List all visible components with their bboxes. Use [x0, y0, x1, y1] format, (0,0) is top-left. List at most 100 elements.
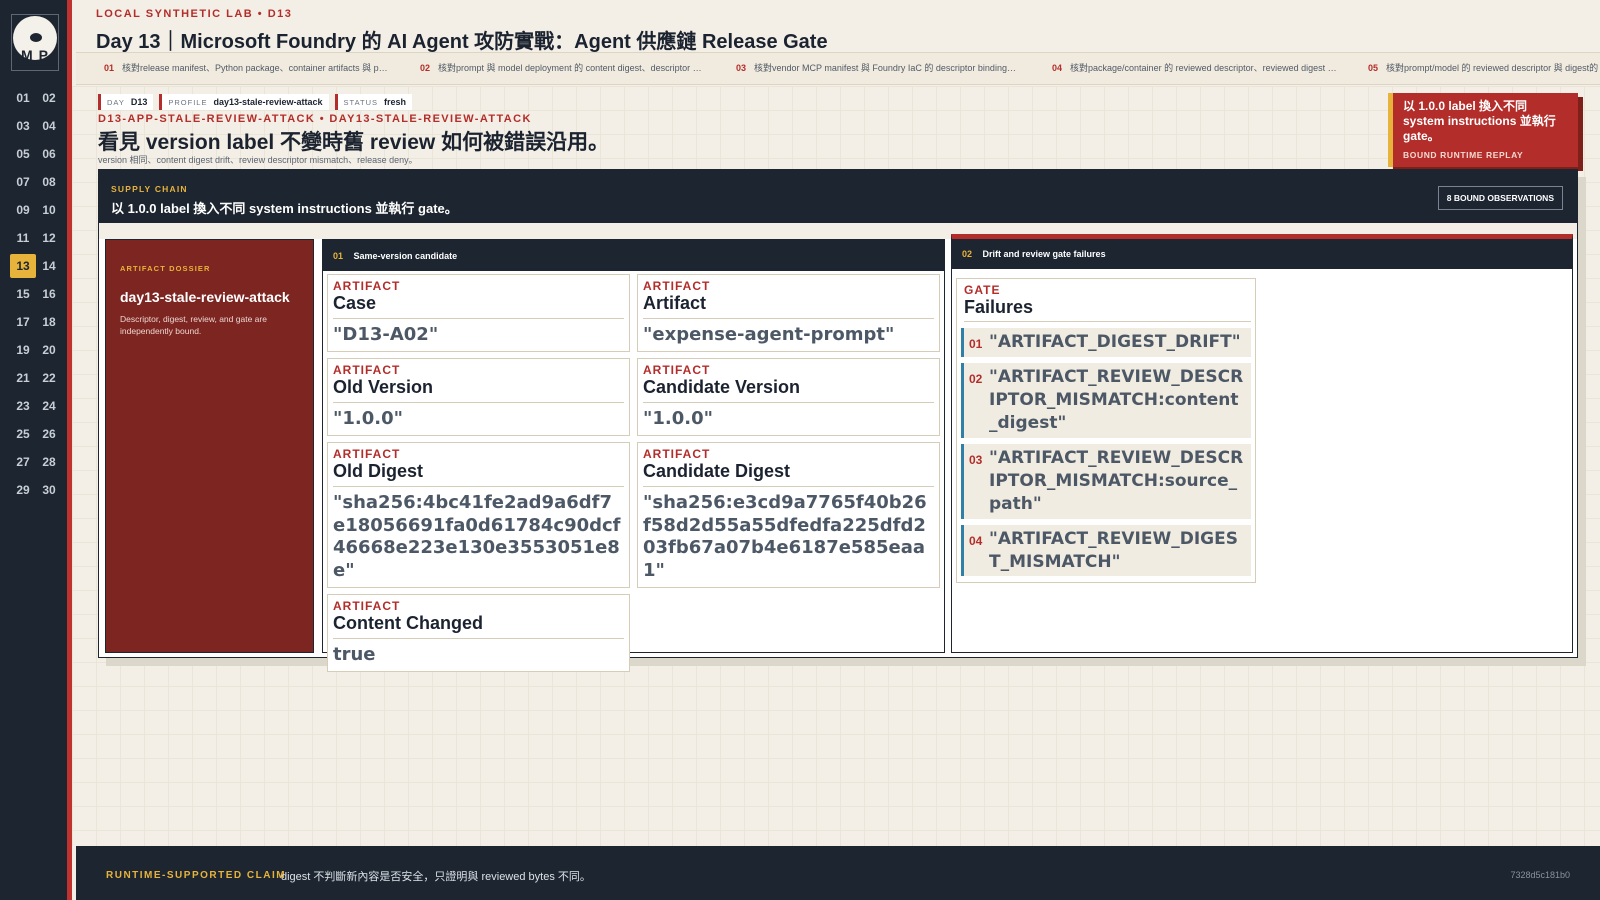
- day-link-25[interactable]: 25: [10, 422, 36, 446]
- tab-02[interactable]: 02 核對prompt 與 model deployment 的 content …: [392, 53, 708, 84]
- artifact-value: "D13-A02": [333, 324, 439, 345]
- day-link-14[interactable]: 14: [36, 254, 62, 278]
- day-link-02[interactable]: 02: [36, 86, 62, 110]
- tab-label: 核對vendor MCP manifest 與 Foundry IaC 的 de…: [754, 63, 1024, 73]
- replay-callout[interactable]: 以 1.0.0 label 換入不同 system instructions 並…: [1388, 93, 1578, 167]
- failures-section: 02 Drift and review gate failures GATE F…: [951, 234, 1573, 653]
- day-link-11[interactable]: 11: [10, 226, 36, 250]
- day-link-08[interactable]: 08: [36, 170, 62, 194]
- artifact-kicker: ARTIFACT: [333, 446, 401, 461]
- day-link-06[interactable]: 06: [36, 142, 62, 166]
- day-link-21[interactable]: 21: [10, 366, 36, 390]
- meta-chip-status: STATUS fresh: [334, 94, 413, 110]
- day-link-19[interactable]: 19: [10, 338, 36, 362]
- failure-item: 03 "ARTIFACT_REVIEW_DESCRIPTOR_MISMATCH:s…: [961, 443, 1251, 519]
- artifact-name: Old Version: [333, 377, 624, 403]
- logo: M P: [11, 14, 59, 71]
- day-link-03[interactable]: 03: [10, 114, 36, 138]
- failure-number: 02: [969, 371, 983, 386]
- failure-code: "ARTIFACT_REVIEW_DIGEST_MISMATCH": [989, 528, 1238, 572]
- tab-03[interactable]: 03 核對vendor MCP manifest 與 Foundry IaC 的 …: [708, 53, 1024, 84]
- artifact-value: "sha256:4bc41fe2ad9a6df7e18056691fa0d617…: [333, 491, 621, 582]
- failures-title: Drift and review gate failures: [982, 249, 1106, 259]
- tab-number: 05: [1368, 63, 1379, 73]
- day-link-09[interactable]: 09: [10, 198, 36, 222]
- supply-chain-panel: SUPPLY CHAIN 以 1.0.0 label 換入不同 system i…: [98, 169, 1578, 673]
- panel-title: 以 1.0.0 label 換入不同 system instructions 並…: [111, 201, 458, 216]
- artifact-dossier: ARTIFACT DOSSIER day13-stale-review-atta…: [105, 239, 314, 653]
- day-link-15[interactable]: 15: [10, 282, 36, 306]
- day-link-12[interactable]: 12: [36, 226, 62, 250]
- chip-key: DAY: [107, 98, 125, 107]
- day-link-18[interactable]: 18: [36, 310, 62, 334]
- dossier-kicker: ARTIFACT DOSSIER: [120, 264, 211, 273]
- day-link-13[interactable]: 13: [10, 254, 36, 278]
- tab-number: 01: [104, 63, 115, 73]
- meta-chip-day: DAY D13: [98, 94, 154, 110]
- day-link-29[interactable]: 29: [10, 478, 36, 502]
- day-link-05[interactable]: 05: [10, 142, 36, 166]
- artifact-cards: ARTIFACT Case "D13-A02" ARTIFACT Artifact "ex…: [323, 271, 944, 675]
- day-link-04[interactable]: 04: [36, 114, 62, 138]
- failure-code: "ARTIFACT_REVIEW_DESCRIPTOR_MISMATCH:sou…: [989, 447, 1244, 514]
- day-link-26[interactable]: 26: [36, 422, 62, 446]
- tab-number: 03: [736, 63, 747, 73]
- day-link-23[interactable]: 23: [10, 394, 36, 418]
- artifact-card: ARTIFACT Old Digest "sha256:4bc41fe2ad9a6d…: [327, 441, 630, 589]
- artifact-kicker: ARTIFACT: [643, 446, 711, 461]
- day-link-16[interactable]: 16: [36, 282, 62, 306]
- failure-number: 04: [969, 533, 983, 548]
- day-link-20[interactable]: 20: [36, 338, 62, 362]
- artifact-card: ARTIFACT Candidate Version "1.0.0": [637, 357, 940, 436]
- artifact-kicker: ARTIFACT: [643, 362, 711, 377]
- day-link-17[interactable]: 17: [10, 310, 36, 334]
- candidate-number: 01: [333, 251, 344, 261]
- header-kicker: LOCAL SYNTHETIC LAB • D13: [96, 8, 293, 20]
- day-link-01[interactable]: 01: [10, 86, 36, 110]
- callout-subtitle: BOUND RUNTIME REPLAY: [1403, 150, 1524, 160]
- dossier-description: Descriptor, digest, review, and gate are…: [120, 314, 267, 337]
- meta-chips: DAY D13 PROFILE day13-stale-review-attack ST…: [98, 94, 413, 110]
- gate-title: Failures: [964, 297, 1251, 322]
- dossier-title: day13-stale-review-attack: [120, 289, 290, 305]
- failure-list: 01 "ARTIFACT_DIGEST_DRIFT" 02 "ARTIFACT_REV…: [961, 328, 1251, 577]
- day-link-28[interactable]: 28: [36, 450, 62, 474]
- tab-number: 04: [1052, 63, 1063, 73]
- artifact-kicker: ARTIFACT: [333, 279, 401, 293]
- tab-05[interactable]: 05 核對prompt/model 的 reviewed descriptor 與…: [1340, 53, 1600, 84]
- case-ids: D13-APP-STALE-REVIEW-ATTACK • DAY13-STAL…: [98, 113, 532, 125]
- failure-item: 01 "ARTIFACT_DIGEST_DRIFT": [961, 328, 1251, 357]
- artifact-card: ARTIFACT Artifact "expense-agent-prompt": [637, 274, 940, 352]
- artifact-value: "1.0.0": [333, 407, 404, 429]
- artifact-value: "sha256:e3cd9a7765f40b26f58d2d55a55dfedf…: [643, 491, 927, 582]
- page-title: Day 13｜Microsoft Foundry 的 AI Agent 攻防實戰…: [96, 31, 828, 53]
- page-header: LOCAL SYNTHETIC LAB • D13 Day 13｜Microso…: [96, 8, 1600, 53]
- candidate-header: 01 Same-version candidate: [323, 240, 944, 271]
- meta-chip-profile: PROFILE day13-stale-review-attack: [159, 94, 329, 110]
- tab-04[interactable]: 04 核對package/container 的 reviewed descrip…: [1024, 53, 1340, 84]
- failure-item: 02 "ARTIFACT_REVIEW_DESCRIPTOR_MISMATCH:c…: [961, 362, 1251, 438]
- artifact-card: ARTIFACT Candidate Digest "sha256:e3cd9a77…: [637, 441, 940, 589]
- observations-badge[interactable]: 8 BOUND OBSERVATIONS: [1437, 186, 1563, 210]
- tab-01[interactable]: 01 核對release manifest、Python package、cont…: [76, 53, 392, 84]
- day-link-24[interactable]: 24: [36, 394, 62, 418]
- tab-label: 核對prompt 與 model deployment 的 content di…: [438, 63, 708, 73]
- failures-header: 02 Drift and review gate failures: [952, 239, 1572, 269]
- day-link-22[interactable]: 22: [36, 366, 62, 390]
- chip-value: fresh: [384, 97, 407, 107]
- day-link-27[interactable]: 27: [10, 450, 36, 474]
- day-link-30[interactable]: 30: [36, 478, 62, 502]
- artifact-card: ARTIFACT Content Changed true: [327, 594, 630, 673]
- chip-value: D13: [130, 97, 148, 107]
- artifact-kicker: ARTIFACT: [643, 279, 711, 293]
- day-link-10[interactable]: 10: [36, 198, 62, 222]
- logo-dot: [30, 33, 42, 42]
- logo-text: M P: [21, 47, 49, 63]
- day-link-07[interactable]: 07: [10, 170, 36, 194]
- callout-title: 以 1.0.0 label 換入不同 system instructions 並…: [1403, 99, 1556, 143]
- artifact-name: Artifact: [643, 293, 934, 319]
- tab-label: 核對release manifest、Python package、contai…: [122, 63, 392, 73]
- tab-number: 02: [420, 63, 431, 73]
- sidebar: M P 01 02 03 04 05 06 07 08 09 10 11 12 13 14 15 16 17 18…: [0, 0, 72, 900]
- subline: version 相同、content digest drift、review d…: [98, 155, 418, 165]
